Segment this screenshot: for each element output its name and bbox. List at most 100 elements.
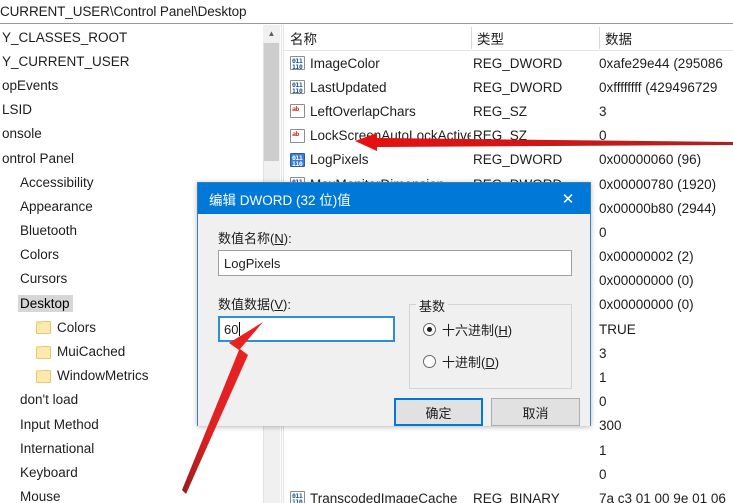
tree-item-label: MuiCached bbox=[57, 344, 126, 360]
string-icon: ab bbox=[290, 104, 305, 119]
tree-item-label: LSID bbox=[2, 102, 33, 118]
radio-hexadecimal[interactable]: 十六进制(H) bbox=[423, 320, 512, 339]
header-data[interactable]: 数据 bbox=[599, 25, 733, 51]
header-name[interactable]: 名称 bbox=[284, 25, 471, 51]
tree-item[interactable]: Keyboard bbox=[0, 460, 262, 484]
cell-data: 1 bbox=[599, 442, 607, 458]
close-icon[interactable]: ✕ bbox=[546, 183, 590, 214]
cell-data: 300 bbox=[599, 418, 622, 434]
cell-name: 011 110 ImageColor bbox=[284, 56, 471, 71]
tree-item-label: International bbox=[20, 440, 95, 456]
cell-data: 1 bbox=[599, 370, 607, 386]
cell-data: 0 bbox=[599, 224, 607, 240]
cell-type: REG_SZ bbox=[473, 128, 528, 144]
radio-hexadecimal-mark bbox=[423, 323, 436, 336]
cell-data: 7a c3 01 00 9e 01 06 bbox=[599, 490, 726, 503]
folder-icon bbox=[36, 369, 51, 383]
header-separator-1[interactable] bbox=[471, 27, 472, 49]
cell-type: REG_DWORD bbox=[473, 79, 563, 95]
tree-item-label: Keyboard bbox=[20, 464, 78, 480]
tree-item-label: Cursors bbox=[20, 271, 68, 287]
tree-item-label: Colors bbox=[20, 247, 60, 263]
table-row[interactable]: 011 110 LogPixels REG_DWORD 0x00000060 (96) bbox=[284, 148, 733, 172]
tree-item-label: Mouse bbox=[20, 489, 61, 503]
value-name-input-text: LogPixels bbox=[224, 255, 281, 271]
cell-data: TRUE bbox=[599, 321, 636, 337]
cell-data: 0xffffffff (429496729 bbox=[599, 79, 718, 95]
cell-data: 3 bbox=[599, 345, 607, 361]
cell-type: REG_DWORD bbox=[473, 55, 563, 71]
cell-name-text: ImageColor bbox=[310, 55, 380, 71]
cell-data: 0x00000780 (1920) bbox=[599, 176, 717, 192]
text-caret bbox=[239, 322, 241, 336]
table-row[interactable]: ab LockScreenAutoLockActive REG_SZ 0 bbox=[284, 124, 733, 148]
cell-type: REG_BINARY bbox=[473, 490, 560, 503]
tree-item[interactable]: LSID bbox=[0, 98, 262, 122]
cell-type: REG_DWORD bbox=[473, 152, 563, 168]
cell-name-text: LastUpdated bbox=[310, 79, 387, 95]
cell-name: ab LeftOverlapChars bbox=[284, 104, 471, 119]
tree-item[interactable]: Y_CLASSES_ROOT bbox=[0, 25, 262, 49]
radio-decimal-mark bbox=[423, 355, 436, 368]
tree-item[interactable]: Mouse bbox=[0, 485, 262, 503]
dialog-title-bar[interactable]: 编辑 DWORD (32 位)值 ✕ bbox=[198, 183, 590, 214]
folder-icon bbox=[36, 321, 51, 335]
registry-editor-window: CURRENT_USER\Control Panel\Desktop Y_CLA… bbox=[0, 0, 733, 503]
dword-icon: 011110 bbox=[290, 152, 305, 167]
cell-data: 0x00000000 (0) bbox=[599, 297, 694, 313]
radio-decimal-label: 十进制(D) bbox=[442, 355, 500, 370]
header-type[interactable]: 类型 bbox=[471, 25, 599, 51]
dialog-title-text: 编辑 DWORD (32 位)值 bbox=[209, 192, 351, 208]
header-separator-2[interactable] bbox=[599, 27, 600, 49]
tree-item[interactable]: International bbox=[0, 436, 262, 460]
table-row[interactable]: 0 bbox=[284, 462, 733, 486]
ok-button[interactable]: 确定 bbox=[394, 398, 483, 426]
tree-item[interactable]: ontrol Panel bbox=[0, 146, 262, 170]
cell-name-text: LeftOverlapChars bbox=[310, 103, 416, 119]
radio-decimal[interactable]: 十进制(D) bbox=[423, 352, 499, 371]
string-icon: ab bbox=[290, 128, 305, 143]
table-row[interactable]: 011 110 LastUpdated REG_DWORD 0xffffffff (42… bbox=[284, 75, 733, 99]
cancel-button[interactable]: 取消 bbox=[491, 398, 580, 426]
tree-item-label: Input Method bbox=[20, 416, 99, 432]
tree-item-label: Desktop bbox=[18, 294, 73, 312]
tree-item-label: Accessibility bbox=[20, 174, 94, 190]
table-row[interactable]: 1 bbox=[284, 438, 733, 462]
edit-dword-dialog: 编辑 DWORD (32 位)值 ✕ 数值名称(N): LogPixels 数值… bbox=[197, 182, 591, 426]
cell-data: 0x00000060 (96) bbox=[599, 152, 702, 168]
tree-item[interactable]: opEvents bbox=[0, 73, 262, 97]
tree-item[interactable]: onsole bbox=[0, 122, 262, 146]
cell-name: 011 110 LastUpdated bbox=[284, 80, 471, 95]
table-row[interactable]: ab LeftOverlapChars REG_SZ 3 bbox=[284, 99, 733, 123]
cell-type: REG_SZ bbox=[473, 103, 528, 119]
dialog-body: 数值名称(N): LogPixels 数值数据(V): 60 基数 十六进制(H… bbox=[198, 214, 590, 426]
tree-item-label: Bluetooth bbox=[20, 223, 78, 239]
list-column-headers: 名称 类型 数据 bbox=[284, 25, 733, 51]
cell-name-text: LogPixels bbox=[310, 152, 369, 168]
tree-item-label: don't load bbox=[20, 392, 79, 408]
cell-data: 0 bbox=[599, 466, 607, 482]
tree-item-label: Y_CURRENT_USER bbox=[2, 53, 130, 69]
value-data-input[interactable]: 60 bbox=[218, 316, 395, 342]
cell-data: 0 bbox=[599, 128, 607, 144]
scroll-up-arrow-icon[interactable]: ▲ bbox=[263, 25, 280, 42]
value-name-input[interactable]: LogPixels bbox=[218, 250, 572, 276]
cell-data: 0x00000002 (2) bbox=[599, 249, 694, 265]
folder-icon bbox=[36, 345, 51, 359]
table-row[interactable]: 011 110 TranscodedImageCache REG_BINARY 7a c… bbox=[284, 486, 733, 503]
table-row[interactable]: 011 110 ImageColor REG_DWORD 0xafe29e44 (295… bbox=[284, 51, 733, 75]
tree-item-label: onsole bbox=[2, 126, 42, 142]
cell-data: 0 bbox=[599, 394, 607, 410]
cell-name-text: TranscodedImageCache bbox=[310, 490, 458, 503]
binary-icon: 011 110 bbox=[290, 491, 305, 503]
radio-hexadecimal-label: 十六进制(H) bbox=[442, 323, 513, 338]
tree-item-label: opEvents bbox=[2, 77, 59, 93]
dword-icon: 011110 bbox=[290, 56, 305, 71]
cell-data: 3 bbox=[599, 103, 607, 119]
tree-item-label: Appearance bbox=[20, 198, 93, 214]
tree-item[interactable]: Y_CURRENT_USER bbox=[0, 49, 262, 73]
value-data-input-text: 60 bbox=[224, 321, 239, 337]
registry-path-text: CURRENT_USER\Control Panel\Desktop bbox=[0, 4, 247, 19]
address-bar[interactable]: CURRENT_USER\Control Panel\Desktop bbox=[0, 0, 733, 24]
tree-scrollbar-thumb[interactable] bbox=[264, 43, 279, 161]
